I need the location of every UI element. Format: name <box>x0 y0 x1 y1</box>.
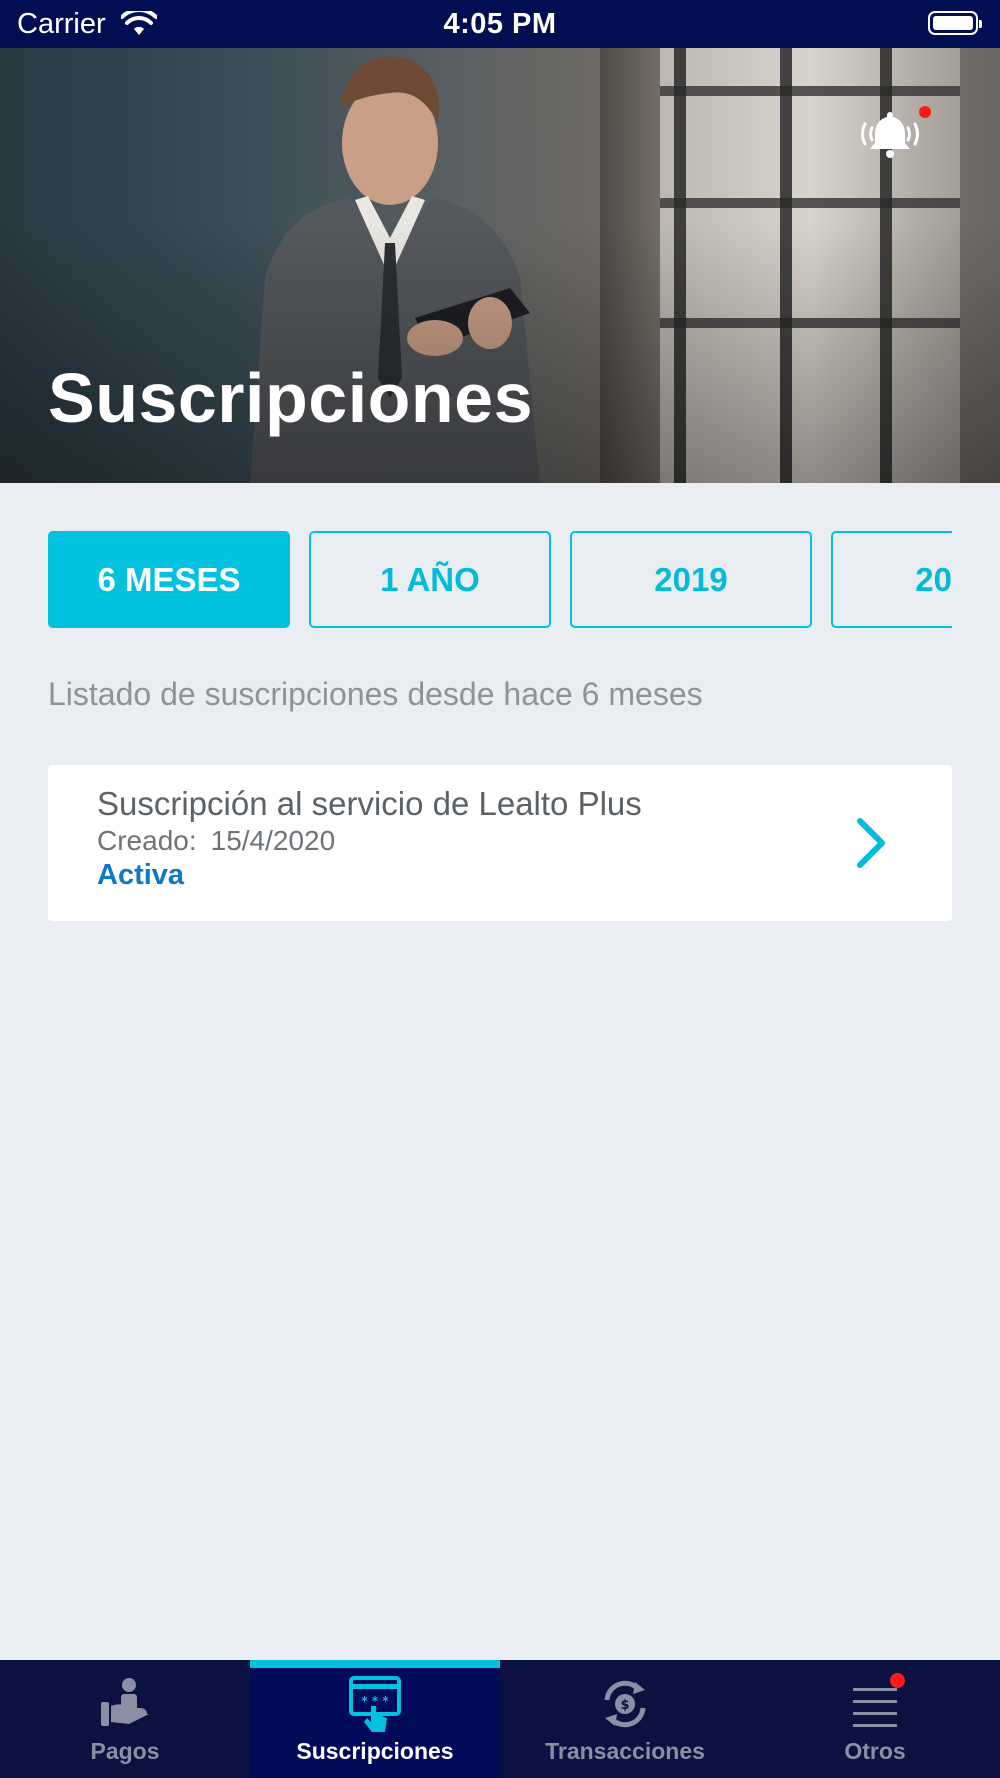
list-caption: Listado de suscripciones desde hace 6 me… <box>48 676 703 712</box>
subscription-card[interactable]: Suscripción al servicio de Lealto Plus C… <box>48 765 952 921</box>
subscription-created: Creado: 15/4/2020 <box>97 825 335 857</box>
page-title: Suscripciones <box>48 359 534 437</box>
battery-icon <box>928 11 982 35</box>
nav-item-pagos[interactable]: Pagos <box>0 1660 250 1778</box>
hero-banner: Suscripciones <box>0 48 1000 483</box>
period-filter-tabs: 6 MESES 1 AÑO 2019 2020 <box>48 531 952 628</box>
svg-text:$: $ <box>620 1698 629 1713</box>
created-date: 15/4/2020 <box>210 825 336 856</box>
clock: 4:05 PM <box>443 8 557 40</box>
tab-1-ano[interactable]: 1 AÑO <box>309 531 551 628</box>
otros-notification-badge <box>890 1673 905 1688</box>
status-bar: Carrier 4:05 PM <box>0 0 1000 48</box>
nav-label-otros: Otros <box>844 1738 906 1764</box>
bell-icon[interactable] <box>858 106 922 162</box>
tab-2019[interactable]: 2019 <box>570 531 812 628</box>
bottom-navigation: Pagos * * * Suscripciones $ Transaccione… <box>0 1660 1000 1778</box>
tab-6-meses[interactable]: 6 MESES <box>48 531 290 628</box>
nav-item-transacciones[interactable]: $ Transacciones <box>500 1660 750 1778</box>
nav-label-transacciones: Transacciones <box>545 1738 705 1764</box>
nav-item-suscripciones[interactable]: * * * Suscripciones <box>250 1660 500 1778</box>
nav-item-otros[interactable]: Otros <box>750 1660 1000 1778</box>
nav-label-suscripciones: Suscripciones <box>296 1738 454 1764</box>
hand-payment-icon <box>101 1678 149 1726</box>
exchange-dollar-icon: $ <box>604 1680 646 1728</box>
notification-badge <box>919 106 931 118</box>
subscription-title: Suscripción al servicio de Lealto Plus <box>97 785 642 822</box>
svg-text:* * *: * * * <box>361 1694 389 1708</box>
created-label: Creado: <box>97 825 197 856</box>
chevron-right-icon[interactable] <box>854 817 888 869</box>
tab-2020[interactable]: 2020 <box>831 531 952 628</box>
subscription-card-icon: * * * <box>349 1676 401 1732</box>
status-badge: Activa <box>97 859 185 891</box>
nav-label-pagos: Pagos <box>90 1738 160 1764</box>
